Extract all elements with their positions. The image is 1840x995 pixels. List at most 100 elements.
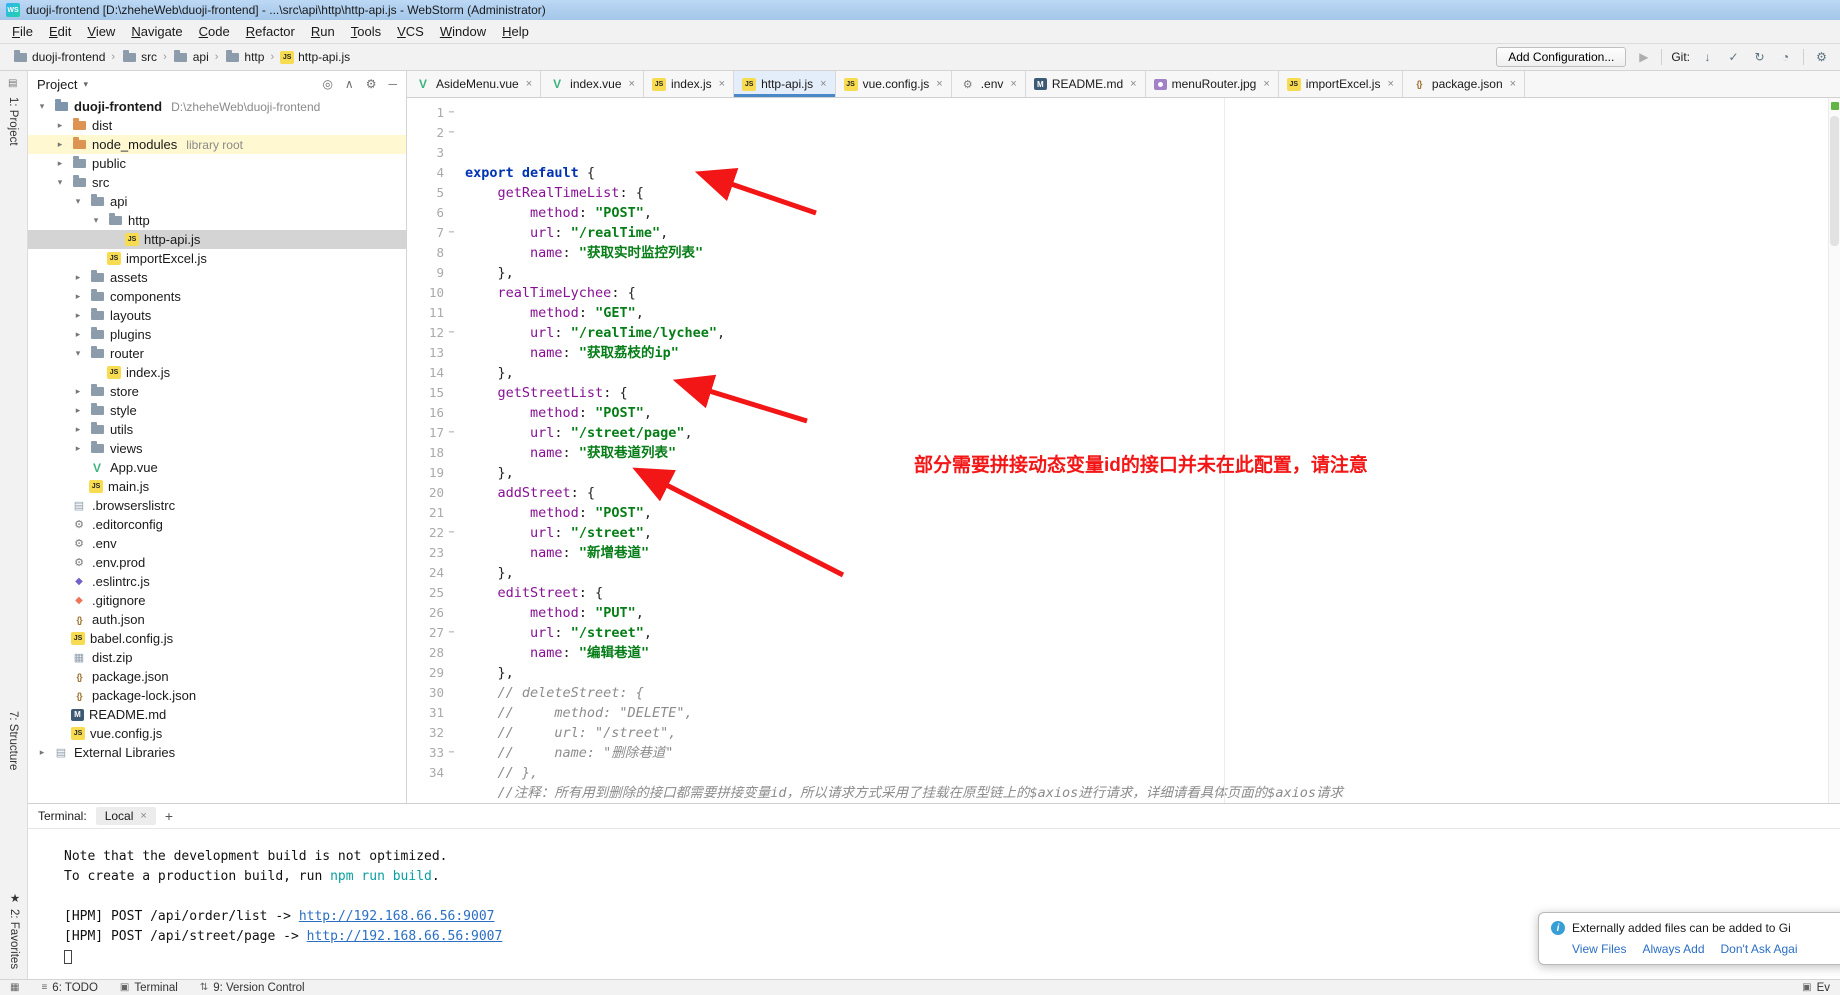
tree-item-main.js[interactable]: JSmain.js	[28, 477, 406, 496]
chevron-down-icon[interactable]: ▾	[83, 79, 88, 90]
tree-item-.env[interactable]: ⚙.env	[28, 534, 406, 553]
chevron-right-icon[interactable]: ▸	[54, 139, 66, 150]
editor-tab-package.json[interactable]: {}package.json×	[1403, 71, 1525, 97]
tool-button-favorites[interactable]: ★ 2: Favorites	[7, 891, 21, 969]
tree-item-external-libraries[interactable]: ▸▤External Libraries	[28, 743, 406, 762]
menu-edit[interactable]: Edit	[41, 21, 79, 42]
fold-marker-icon[interactable]: −	[444, 523, 459, 543]
tree-item-node-modules[interactable]: ▸node_moduleslibrary root	[28, 135, 406, 154]
chevron-right-icon[interactable]: ▸	[54, 120, 66, 131]
menu-help[interactable]: Help	[494, 21, 537, 42]
tool-window-switcher-icon[interactable]: ▦	[10, 982, 19, 993]
history-button[interactable]: ◔	[1777, 50, 1794, 64]
tree-item-importexcel.js[interactable]: JSimportExcel.js	[28, 249, 406, 268]
tree-item-style[interactable]: ▸style	[28, 401, 406, 420]
tool-button-project[interactable]: 1: Project	[7, 97, 19, 146]
fold-marker-icon[interactable]: −	[444, 743, 459, 763]
tree-item-auth.json[interactable]: {}auth.json	[28, 610, 406, 629]
project-panel-title[interactable]: Project	[37, 77, 77, 92]
status-item-6-todo[interactable]: ≡6: TODO	[41, 982, 97, 994]
tree-item-babel.config.js[interactable]: JSbabel.config.js	[28, 629, 406, 648]
chevron-right-icon[interactable]: ▸	[72, 386, 84, 397]
close-icon[interactable]: ×	[1510, 78, 1516, 90]
locate-file-button[interactable]: ◎	[322, 77, 332, 91]
tree-item-.editorconfig[interactable]: ⚙.editorconfig	[28, 515, 406, 534]
chevron-right-icon[interactable]: ▸	[72, 443, 84, 454]
tree-item-package.json[interactable]: {}package.json	[28, 667, 406, 686]
tree-item-public[interactable]: ▸public	[28, 154, 406, 173]
close-icon[interactable]: ×	[526, 78, 532, 90]
close-icon[interactable]: ×	[1130, 78, 1136, 90]
close-icon[interactable]: ×	[629, 78, 635, 90]
menu-window[interactable]: Window	[432, 21, 494, 42]
tree-item-package-lock.json[interactable]: {}package-lock.json	[28, 686, 406, 705]
rollback-button[interactable]: ↻	[1751, 50, 1768, 64]
terminal-link[interactable]: http://192.168.66.56:9007	[299, 909, 495, 924]
status-item-9-version-control[interactable]: ⇅9: Version Control	[200, 982, 305, 994]
tree-item-router[interactable]: ▾router	[28, 344, 406, 363]
tree-item-readme.md[interactable]: MREADME.md	[28, 705, 406, 724]
collapse-all-button[interactable]: ∧	[345, 77, 354, 91]
tree-item-vue.config.js[interactable]: JSvue.config.js	[28, 724, 406, 743]
chevron-down-icon[interactable]: ▾	[90, 215, 102, 226]
tree-item-http[interactable]: ▾http	[28, 211, 406, 230]
fold-marker-icon[interactable]: −	[444, 323, 459, 343]
editor-tab-importexcel.js[interactable]: JSimportExcel.js×	[1279, 71, 1403, 97]
tree-item-layouts[interactable]: ▸layouts	[28, 306, 406, 325]
chevron-down-icon[interactable]: ▾	[72, 348, 84, 359]
tree-item-api[interactable]: ▾api	[28, 192, 406, 211]
breadcrumb-item-api[interactable]: api	[171, 50, 211, 65]
tree-item-.gitignore[interactable]: ◆.gitignore	[28, 591, 406, 610]
tree-item-.eslintrc.js[interactable]: ◆.eslintrc.js	[28, 572, 406, 591]
chevron-down-icon[interactable]: ▾	[54, 177, 66, 188]
menu-view[interactable]: View	[79, 21, 123, 42]
tree-item-assets[interactable]: ▸assets	[28, 268, 406, 287]
terminal-tab-local[interactable]: Local ×	[96, 807, 156, 825]
close-icon[interactable]: ×	[140, 810, 146, 822]
breadcrumb-item-src[interactable]: src	[119, 50, 159, 65]
new-terminal-tab-button[interactable]: +	[165, 808, 173, 824]
tree-item-store[interactable]: ▸store	[28, 382, 406, 401]
editor-tab-http-api.js[interactable]: JShttp-api.js×	[734, 71, 835, 97]
chevron-right-icon[interactable]: ▸	[36, 747, 48, 758]
update-project-button[interactable]: ↓	[1699, 50, 1716, 64]
run-button[interactable]: ▶	[1635, 50, 1652, 64]
chevron-right-icon[interactable]: ▸	[72, 405, 84, 416]
tree-item-.browserslistrc[interactable]: ▤.browserslistrc	[28, 496, 406, 515]
close-icon[interactable]: ×	[1263, 78, 1269, 90]
terminal-link[interactable]: http://192.168.66.56:9007	[307, 929, 503, 944]
hide-panel-button[interactable]: ─	[388, 77, 397, 91]
always-add-link[interactable]: Always Add	[1642, 942, 1704, 956]
status-right[interactable]: ▣ Ev	[1802, 982, 1830, 994]
menu-navigate[interactable]: Navigate	[123, 21, 190, 42]
menu-code[interactable]: Code	[191, 21, 238, 42]
close-icon[interactable]: ×	[1387, 78, 1393, 90]
breadcrumb-item-http[interactable]: http	[222, 50, 266, 65]
fold-marker-icon[interactable]: −	[444, 123, 459, 143]
add-configuration-button[interactable]: Add Configuration...	[1496, 47, 1626, 67]
menu-file[interactable]: File	[4, 21, 41, 42]
close-icon[interactable]: ×	[936, 78, 942, 90]
tree-item-dist.zip[interactable]: ▦dist.zip	[28, 648, 406, 667]
tool-button-structure[interactable]: 7: Structure	[7, 711, 19, 770]
commit-button[interactable]: ✓	[1725, 50, 1742, 64]
editor-scrollbar[interactable]	[1828, 98, 1840, 803]
breadcrumb-item-duoji-frontend[interactable]: duoji-frontend	[10, 50, 107, 65]
breadcrumb-item-http-api.js[interactable]: JShttp-api.js	[278, 50, 352, 64]
tree-item-.env.prod[interactable]: ⚙.env.prod	[28, 553, 406, 572]
editor-tab-vue.config.js[interactable]: JSvue.config.js×	[836, 71, 952, 97]
fold-marker-icon[interactable]: −	[444, 623, 459, 643]
chevron-right-icon[interactable]: ▸	[72, 310, 84, 321]
settings-button[interactable]: ⚙	[366, 77, 377, 91]
fold-marker-icon[interactable]: −	[444, 223, 459, 243]
tree-item-components[interactable]: ▸components	[28, 287, 406, 306]
editor-tab-asidemenu.vue[interactable]: VAsideMenu.vue×	[407, 71, 541, 97]
settings-button[interactable]: ⚙	[1813, 50, 1830, 64]
fold-marker-icon[interactable]: −	[444, 103, 459, 123]
tree-item-views[interactable]: ▸views	[28, 439, 406, 458]
editor-tab-.env[interactable]: ⚙.env×	[952, 71, 1026, 97]
close-icon[interactable]: ×	[719, 78, 725, 90]
code-area[interactable]: export default { getRealTimeList: { meth…	[459, 98, 1840, 803]
editor-tab-index.vue[interactable]: Vindex.vue×	[541, 71, 644, 97]
view-files-link[interactable]: View Files	[1572, 942, 1626, 956]
